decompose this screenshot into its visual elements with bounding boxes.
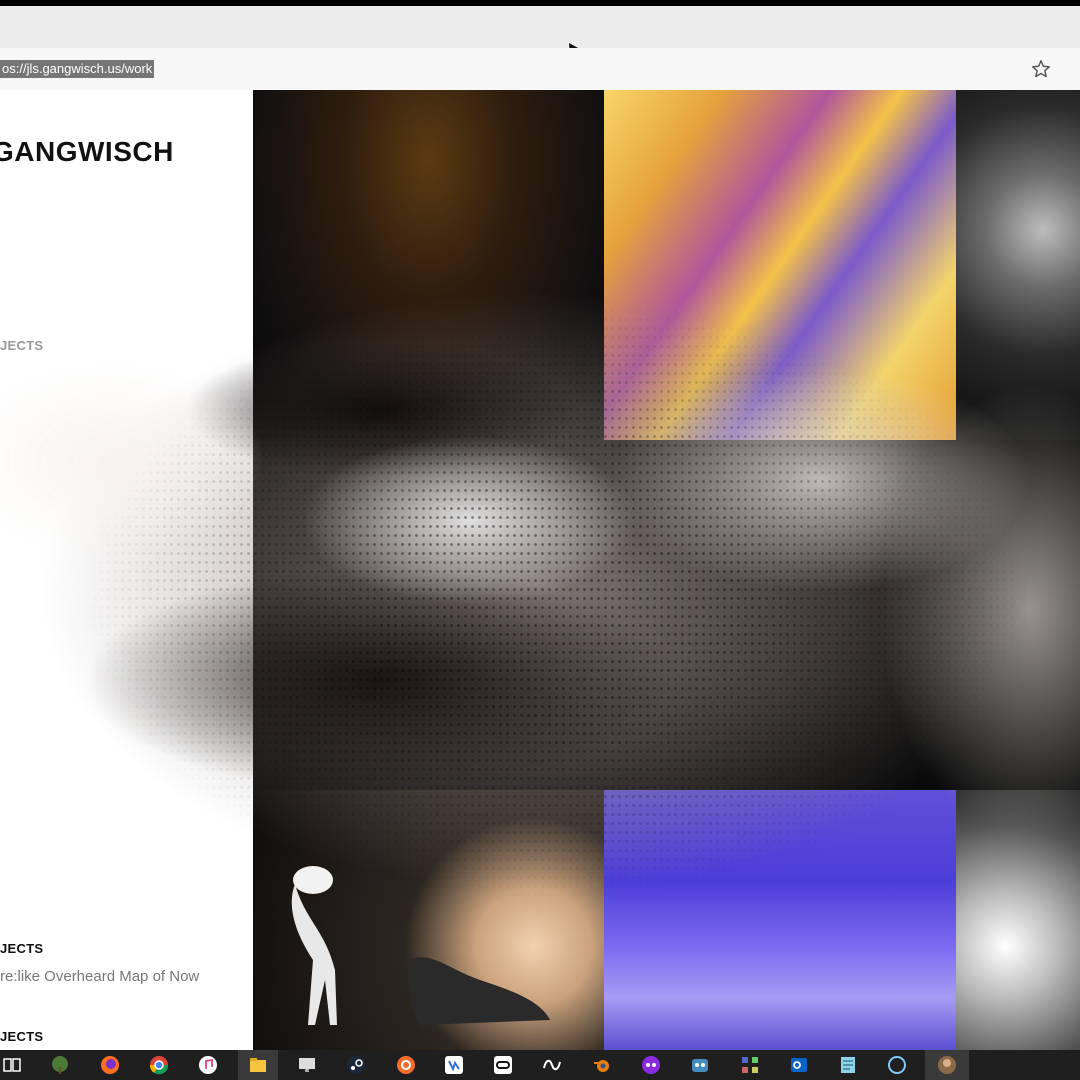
steam-icon[interactable] bbox=[346, 1055, 366, 1075]
projects-heading: JECTS bbox=[0, 941, 44, 956]
bookmark-star-icon[interactable] bbox=[1030, 58, 1052, 80]
itunes-icon[interactable] bbox=[198, 1055, 218, 1075]
url-text[interactable]: os://jls.gangwisch.us/work bbox=[0, 60, 155, 78]
pixel-app-icon[interactable] bbox=[740, 1055, 760, 1075]
oculus-icon[interactable] bbox=[493, 1055, 513, 1075]
remote-app-icon[interactable] bbox=[444, 1055, 464, 1075]
blender-icon[interactable] bbox=[592, 1055, 612, 1075]
file-explorer-icon[interactable] bbox=[248, 1055, 268, 1075]
white-figure-illustration bbox=[291, 866, 337, 1025]
outlook-icon[interactable] bbox=[789, 1055, 809, 1075]
project-link[interactable]: re:like Overheard Map of Now bbox=[0, 968, 199, 985]
meta-icon[interactable] bbox=[542, 1055, 562, 1075]
projects-heading-faded: JECTS bbox=[0, 338, 44, 353]
firefox-icon[interactable] bbox=[100, 1055, 120, 1075]
dark-figure-illustration bbox=[408, 957, 550, 1025]
chrome-icon[interactable] bbox=[149, 1055, 169, 1075]
projects-heading-2: JECTS bbox=[0, 1029, 44, 1044]
glitch-dot-pattern bbox=[0, 180, 1080, 960]
origin-icon[interactable] bbox=[396, 1055, 416, 1075]
web-page: GANGWISCH JECTS JECTS re:like Overheard … bbox=[0, 90, 1080, 1050]
windows-taskbar bbox=[0, 1050, 1080, 1080]
notepad-icon[interactable] bbox=[838, 1055, 858, 1075]
site-title[interactable]: GANGWISCH bbox=[0, 136, 174, 168]
purple-app-icon[interactable] bbox=[641, 1055, 661, 1075]
tab-strip bbox=[0, 6, 1080, 59]
tree-app-icon[interactable] bbox=[50, 1055, 70, 1075]
cortana-icon[interactable] bbox=[887, 1055, 907, 1075]
godot-icon[interactable] bbox=[690, 1055, 710, 1075]
task-view-icon[interactable] bbox=[2, 1055, 22, 1075]
address-bar[interactable]: os://jls.gangwisch.us/work bbox=[0, 48, 1080, 91]
monitor-icon[interactable] bbox=[297, 1055, 317, 1075]
avatar-icon[interactable] bbox=[937, 1055, 957, 1075]
